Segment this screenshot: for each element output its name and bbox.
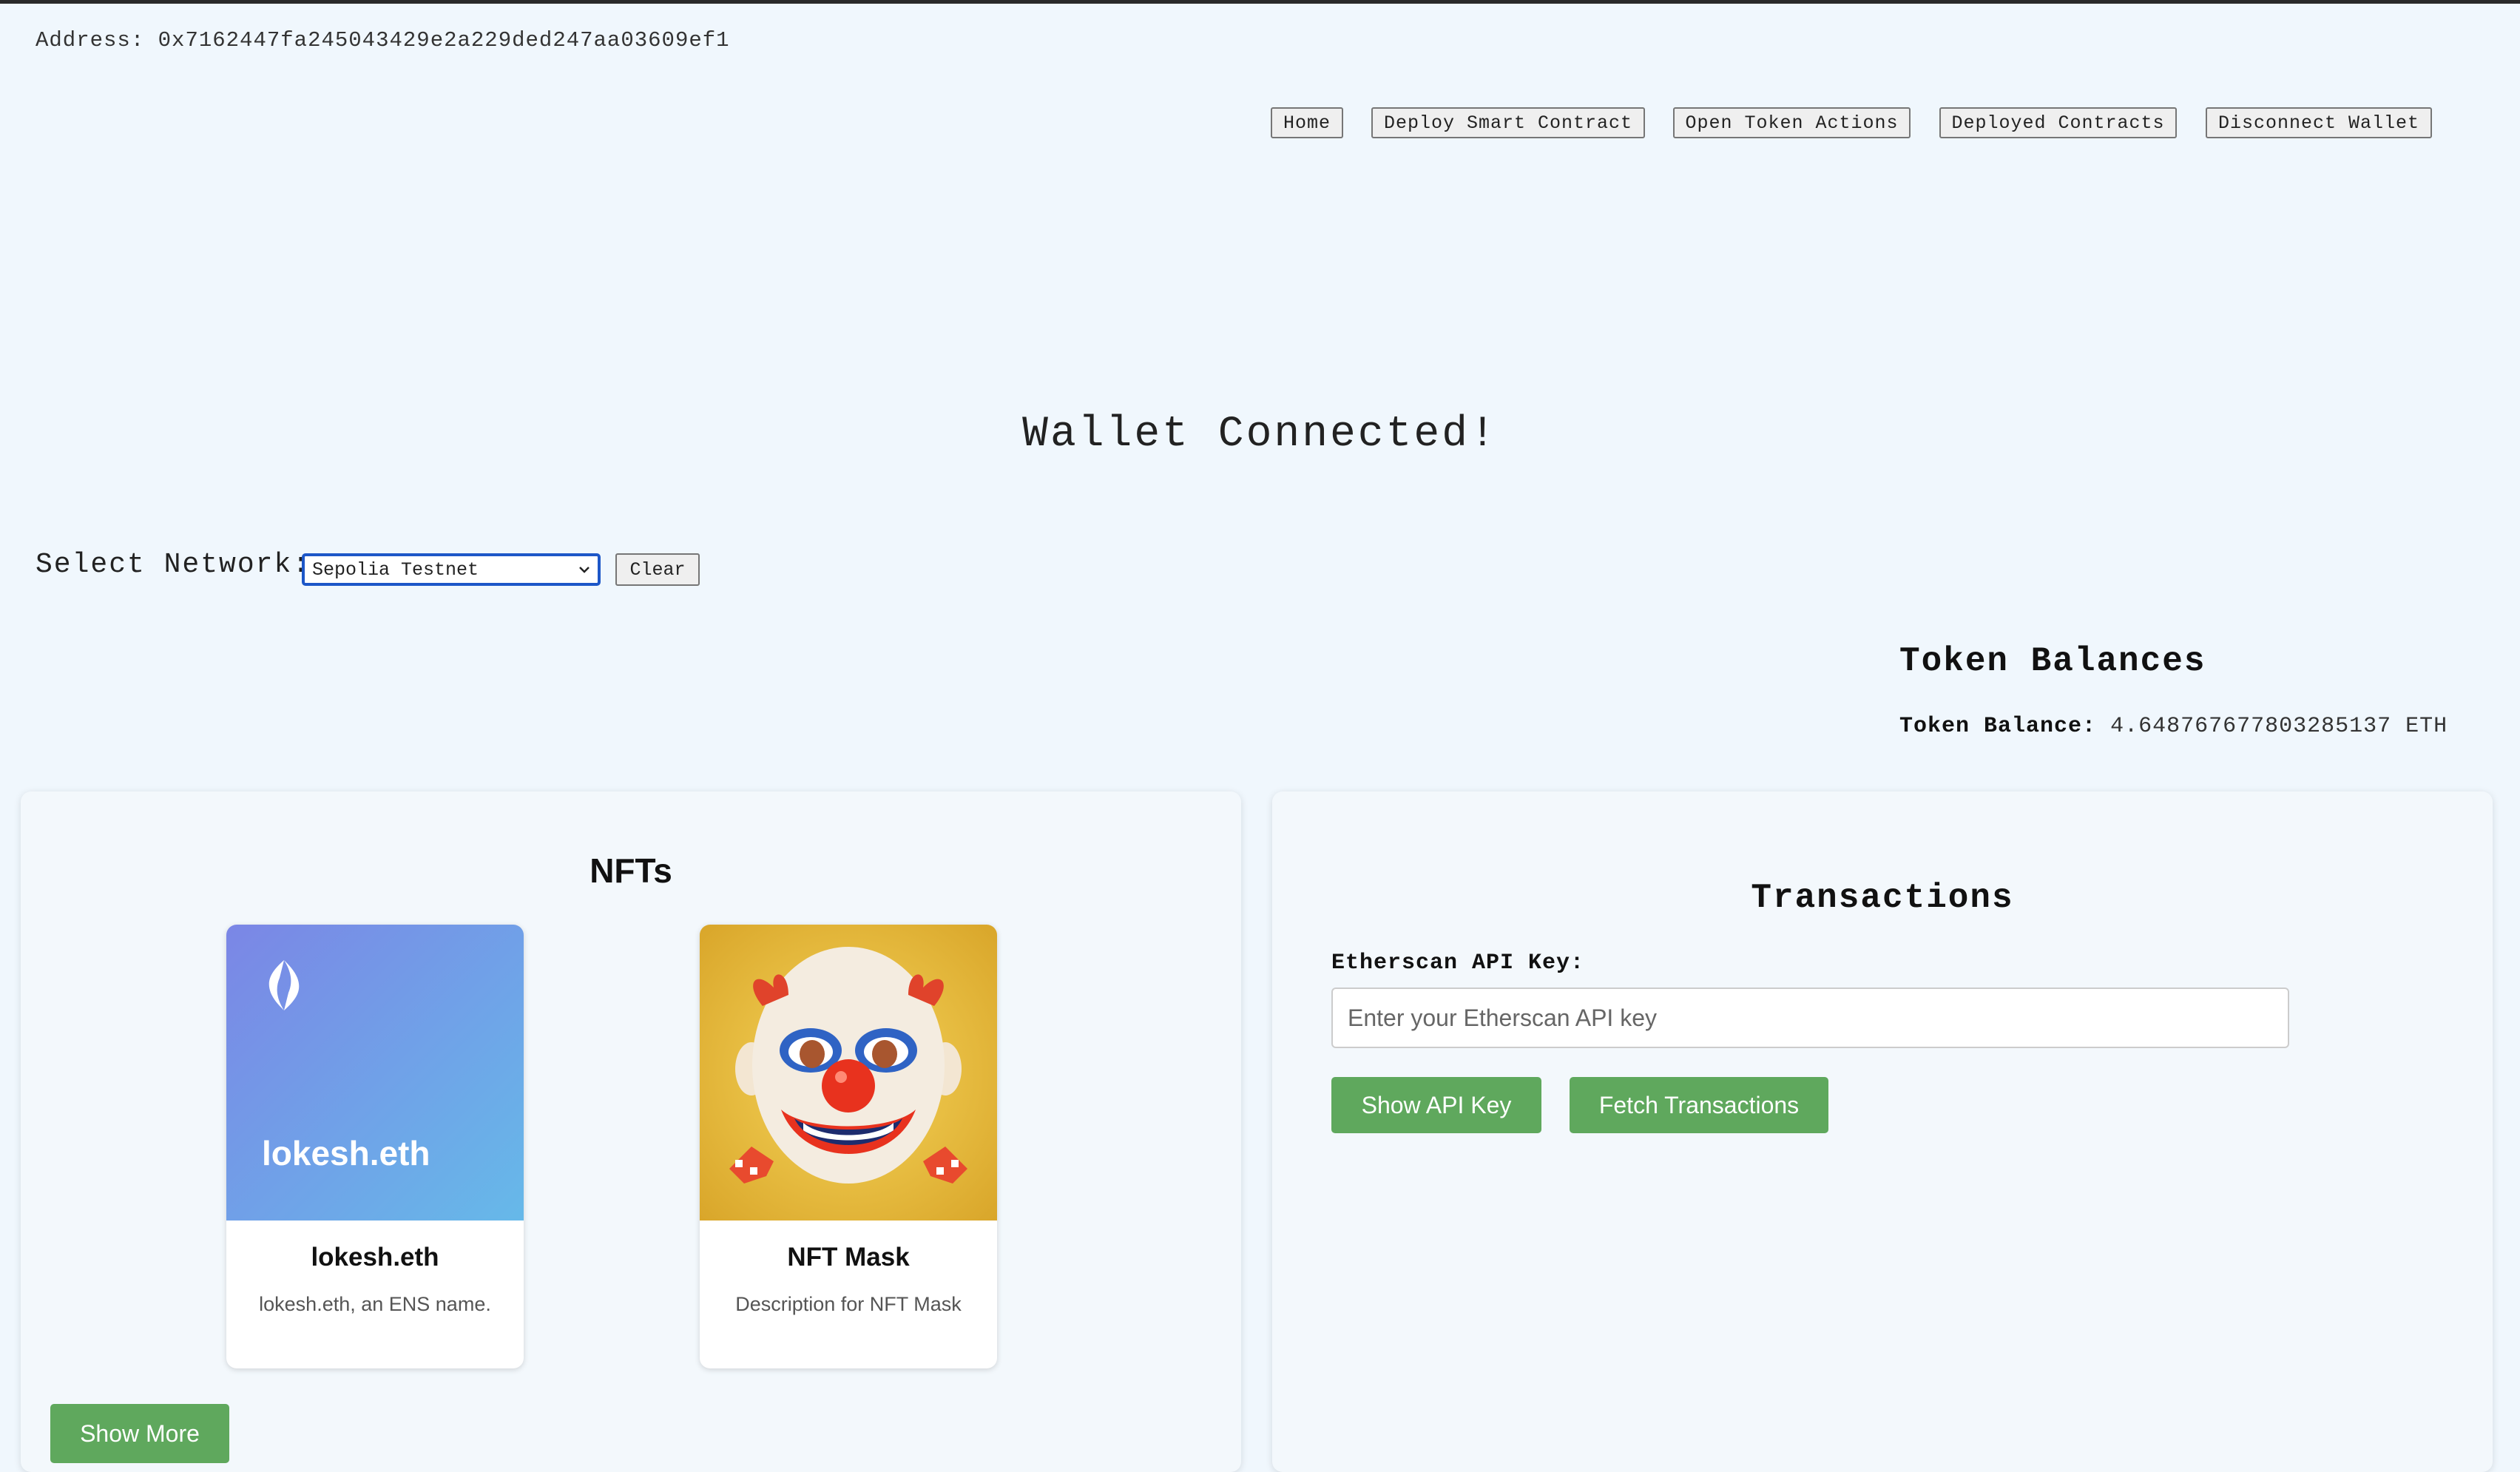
- address-label: Address:: [36, 28, 145, 53]
- clown-mask-image: [700, 925, 997, 1221]
- show-more-button[interactable]: Show More: [50, 1404, 229, 1463]
- nft-image: lokesh.eth: [226, 925, 524, 1221]
- network-select[interactable]: Sepolia Testnet: [302, 553, 601, 586]
- nft-name: lokesh.eth: [311, 1243, 439, 1272]
- wallet-address: Address: 0x7162447fa245043429e2a229ded24…: [36, 28, 730, 53]
- open-token-actions-button[interactable]: Open Token Actions: [1673, 107, 1911, 138]
- clear-button[interactable]: Clear: [615, 553, 700, 586]
- nft-card[interactable]: lokesh.eth lokesh.eth lokesh.eth, an ENS…: [226, 925, 524, 1368]
- token-balance-value: 4.648767677803285137 ETH: [2110, 714, 2448, 739]
- home-button[interactable]: Home: [1271, 107, 1343, 138]
- transactions-panel: Transactions Etherscan API Key: Show API…: [1272, 791, 2493, 1472]
- disconnect-wallet-button[interactable]: Disconnect Wallet: [2206, 107, 2432, 138]
- nfts-panel: NFTs lokesh.eth lokesh.eth lokesh.eth, a…: [21, 791, 1241, 1472]
- nft-card[interactable]: NFT Mask Description for NFT Mask: [700, 925, 997, 1368]
- network-selected-value: Sepolia Testnet: [312, 558, 479, 581]
- show-api-key-button[interactable]: Show API Key: [1331, 1077, 1541, 1133]
- top-nav: Home Deploy Smart Contract Open Token Ac…: [0, 107, 2520, 138]
- top-border: [0, 0, 2520, 4]
- chevron-down-icon: [579, 567, 590, 573]
- fetch-transactions-button[interactable]: Fetch Transactions: [1570, 1077, 1828, 1133]
- ens-image-text: lokesh.eth: [262, 1134, 430, 1172]
- nft-description: lokesh.eth, an ENS name.: [259, 1293, 491, 1315]
- api-key-label: Etherscan API Key:: [1331, 951, 1585, 976]
- token-balances-title: Token Balances: [1899, 642, 2206, 681]
- nft-name: NFT Mask: [787, 1243, 910, 1272]
- page-title: Wallet Connected!: [1022, 411, 1498, 459]
- transactions-title: Transactions: [1751, 879, 2014, 917]
- token-balance-label: Token Balance:: [1899, 714, 2097, 739]
- api-key-input[interactable]: [1331, 987, 2289, 1048]
- deploy-smart-contract-button[interactable]: Deploy Smart Contract: [1371, 107, 1645, 138]
- token-balance-row: Token Balance: 4.648767677803285137 ETH: [1899, 714, 2448, 739]
- nft-description: Description for NFT Mask: [735, 1293, 962, 1315]
- network-label: Select Network:: [36, 549, 311, 581]
- deployed-contracts-button[interactable]: Deployed Contracts: [1939, 107, 2177, 138]
- address-value: 0x7162447fa245043429e2a229ded247aa03609e…: [158, 28, 730, 53]
- nfts-title: NFTs: [590, 851, 672, 890]
